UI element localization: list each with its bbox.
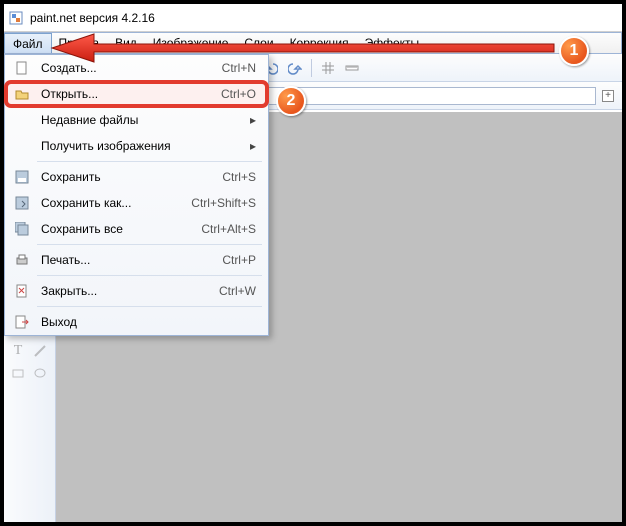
hardness-plus-icon[interactable]: + (602, 90, 614, 102)
print-icon (11, 253, 33, 267)
menu-edit[interactable]: Правка (51, 33, 108, 53)
menu-separator (37, 244, 262, 245)
tb-ruler-icon[interactable] (341, 57, 363, 79)
exit-icon (11, 315, 33, 329)
menu-item-acquire[interactable]: Получить изображения ▸ (5, 133, 268, 159)
menu-image[interactable]: Изображение (145, 33, 237, 53)
tb-grid-icon[interactable] (317, 57, 339, 79)
menu-item-saveall[interactable]: Сохранить все Ctrl+Alt+S (5, 216, 268, 242)
tool-text-icon[interactable]: T (8, 341, 28, 361)
menu-separator (37, 161, 262, 162)
tool-ellipse-icon[interactable] (30, 363, 50, 383)
titlebar: paint.net версия 4.2.16 (4, 4, 622, 32)
tool-rect-icon[interactable] (8, 363, 28, 383)
menu-item-recent[interactable]: Недавние файлы ▸ (5, 107, 268, 133)
new-file-icon (11, 61, 33, 75)
tb-sep (311, 59, 312, 77)
menu-item-open[interactable]: Открыть... Ctrl+O (5, 81, 268, 107)
saveall-icon (11, 222, 33, 236)
file-menu-dropdown: Создать... Ctrl+N Открыть... Ctrl+O Неда… (4, 54, 269, 336)
menu-item-close[interactable]: Закрыть... Ctrl+W (5, 278, 268, 304)
submenu-arrow-icon: ▸ (246, 139, 256, 153)
menu-item-new[interactable]: Создать... Ctrl+N (5, 55, 268, 81)
menu-adjust[interactable]: Коррекция (282, 33, 357, 53)
menu-view[interactable]: Вид (107, 33, 145, 53)
menu-file[interactable]: Файл (4, 33, 52, 53)
menu-item-exit[interactable]: Выход (5, 309, 268, 335)
menu-effects[interactable]: Эффекты (357, 33, 428, 53)
tb-redo-icon[interactable] (284, 57, 306, 79)
close-icon (11, 284, 33, 298)
menu-item-print[interactable]: Печать... Ctrl+P (5, 247, 268, 273)
menu-layers[interactable]: Слои (236, 33, 281, 53)
window-title: paint.net версия 4.2.16 (30, 11, 155, 25)
app-window: paint.net версия 4.2.16 Файл Правка Вид … (0, 0, 626, 526)
tool-line-icon[interactable] (30, 341, 50, 361)
callout-badge-1: 1 (559, 36, 589, 66)
save-icon (11, 170, 33, 184)
menu-item-saveas[interactable]: Сохранить как... Ctrl+Shift+S (5, 190, 268, 216)
saveas-icon (11, 196, 33, 210)
submenu-arrow-icon: ▸ (246, 113, 256, 127)
menu-item-save[interactable]: Сохранить Ctrl+S (5, 164, 268, 190)
menubar: Файл Правка Вид Изображение Слои Коррекц… (4, 32, 622, 54)
menu-separator (37, 275, 262, 276)
app-icon (8, 10, 24, 26)
callout-badge-2: 2 (276, 86, 306, 116)
menu-separator (37, 306, 262, 307)
open-folder-icon (11, 87, 33, 101)
